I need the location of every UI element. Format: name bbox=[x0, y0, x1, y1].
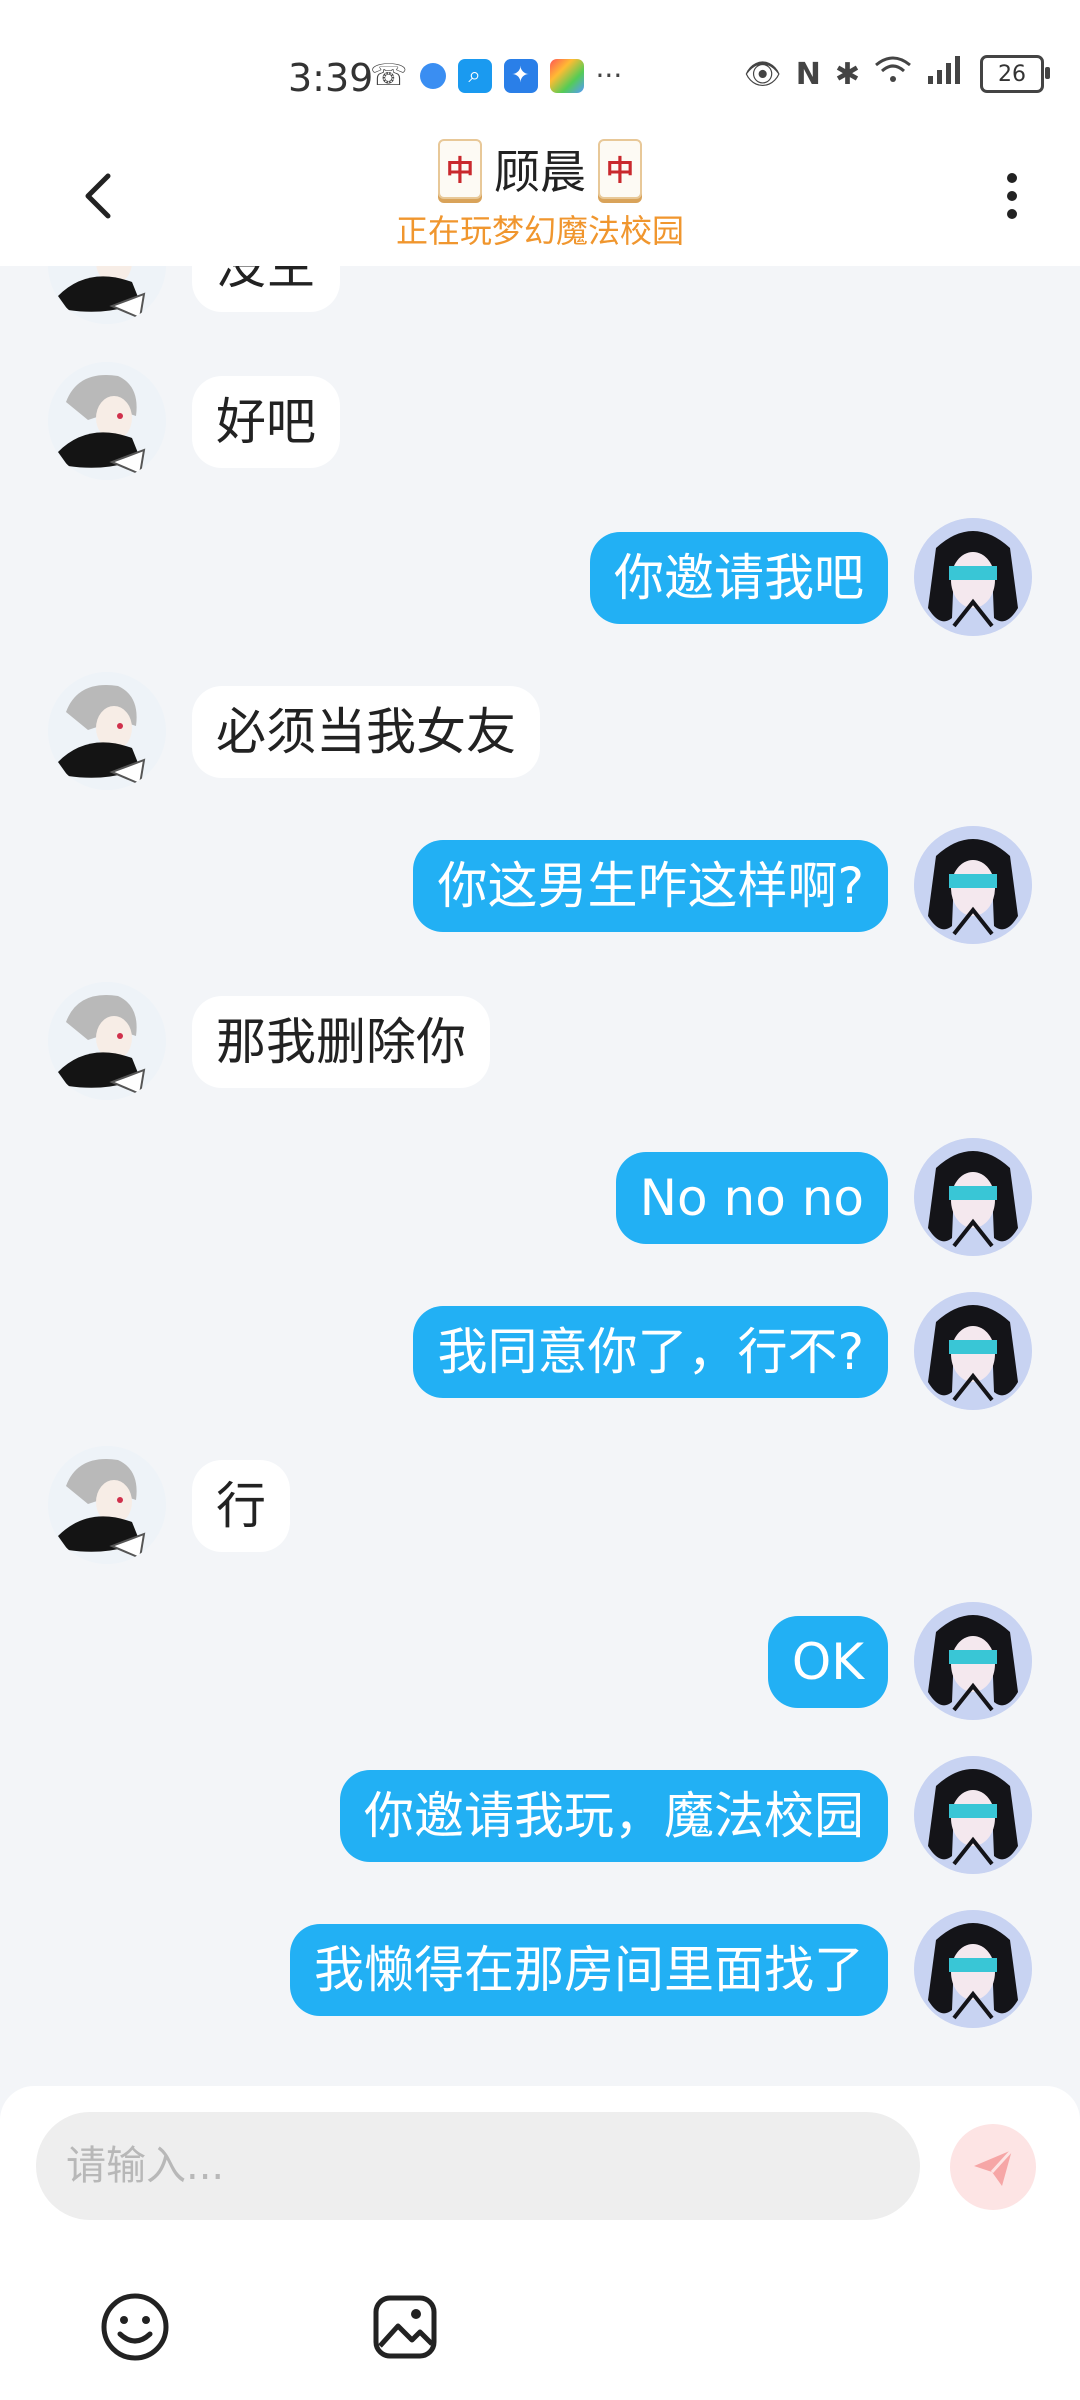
more-notifications-icon: ··· bbox=[595, 59, 623, 92]
message-row: 必须当我女友 bbox=[0, 672, 1080, 792]
my-avatar[interactable] bbox=[914, 518, 1032, 636]
my-avatar[interactable] bbox=[914, 1292, 1032, 1410]
contact-avatar[interactable] bbox=[48, 1446, 166, 1564]
sent-message-bubble[interactable]: 我同意你了，行不? bbox=[413, 1306, 888, 1398]
my-avatar[interactable] bbox=[914, 1602, 1032, 1720]
message-row: No no no bbox=[0, 1138, 1080, 1258]
sent-message-bubble[interactable]: 我懒得在那房间里面找了 bbox=[290, 1924, 888, 2016]
received-message-bubble[interactable]: 行 bbox=[192, 1460, 290, 1552]
my-avatar[interactable] bbox=[914, 1756, 1032, 1874]
message-row: OK bbox=[0, 1602, 1080, 1722]
eye-icon: 👁 bbox=[743, 56, 782, 92]
send-button[interactable] bbox=[950, 2124, 1036, 2210]
message-list[interactable]: 没空好吧你邀请我吧 必须当我女友你这男生咋这样啊? 那我删除你 No no no 我同意… bbox=[0, 266, 1080, 2086]
notification-icons: ☏ ⌕ ✦ ··· bbox=[370, 58, 622, 93]
received-message-bubble[interactable]: 没空 bbox=[192, 266, 340, 312]
header-title-row: 中 顾晨 中 bbox=[0, 136, 1080, 202]
mahjong-tile-icon: 中 bbox=[438, 139, 482, 199]
message-row: 行 bbox=[0, 1446, 1080, 1566]
mahjong-tile-icon: 中 bbox=[598, 139, 642, 199]
message-row: 你邀请我吧 bbox=[0, 518, 1080, 638]
contact-avatar[interactable] bbox=[48, 672, 166, 790]
my-avatar[interactable] bbox=[914, 1138, 1032, 1256]
message-row: 我懒得在那房间里面找了 bbox=[0, 1910, 1080, 2030]
image-button[interactable] bbox=[368, 2290, 442, 2364]
colorful-app-icon bbox=[549, 58, 584, 93]
battery-level: 26 bbox=[998, 61, 1026, 87]
input-bar bbox=[0, 2086, 1080, 2400]
received-message-bubble[interactable]: 好吧 bbox=[192, 376, 340, 468]
sent-message-bubble[interactable]: No no no bbox=[615, 1152, 888, 1244]
sent-message-bubble[interactable]: 你邀请我吧 bbox=[590, 532, 888, 624]
sent-message-bubble[interactable]: 你邀请我玩，魔法校园 bbox=[340, 1770, 888, 1862]
chat-status: 正在玩梦幻魔法校园 bbox=[395, 212, 684, 250]
battery-icon: 26 bbox=[980, 55, 1050, 93]
status-time: 3:39 bbox=[288, 56, 374, 100]
message-row: 你这男生咋这样啊? bbox=[0, 826, 1080, 946]
bulb-app-icon: ✦ bbox=[503, 58, 538, 93]
received-message-bubble[interactable]: 那我删除你 bbox=[192, 996, 490, 1088]
nfc-icon: N bbox=[795, 56, 821, 92]
contact-avatar[interactable] bbox=[48, 266, 166, 324]
message-row: 好吧 bbox=[0, 362, 1080, 482]
contact-avatar[interactable] bbox=[48, 362, 166, 480]
emoji-button[interactable] bbox=[98, 2290, 172, 2364]
missed-call-icon: ☏ bbox=[370, 58, 408, 93]
more-menu-button[interactable] bbox=[992, 166, 1032, 226]
more-vertical-icon bbox=[1007, 173, 1017, 219]
chat-header: 中 顾晨 中 正在玩梦幻魔法校园 bbox=[0, 130, 1080, 266]
my-avatar[interactable] bbox=[914, 826, 1032, 944]
status-right: 👁 N ✱ 26 bbox=[743, 54, 1050, 94]
app-notification-icon bbox=[419, 62, 446, 89]
status-bar: 3:39 ☏ ⌕ ✦ ··· 👁 N ✱ 26 bbox=[0, 0, 1080, 130]
emoji-icon bbox=[101, 2293, 169, 2361]
sent-message-bubble[interactable]: 你这男生咋这样啊? bbox=[413, 840, 888, 932]
message-row: 你邀请我玩，魔法校园 bbox=[0, 1756, 1080, 1876]
message-input[interactable] bbox=[36, 2112, 920, 2220]
received-message-bubble[interactable]: 必须当我女友 bbox=[192, 686, 540, 778]
signal-icon bbox=[926, 54, 966, 94]
sent-message-bubble[interactable]: OK bbox=[767, 1616, 888, 1708]
chat-title: 顾晨 bbox=[494, 145, 586, 199]
bluetooth-icon: ✱ bbox=[834, 56, 860, 92]
contact-avatar[interactable] bbox=[48, 982, 166, 1100]
send-icon bbox=[974, 2148, 1014, 2186]
message-row: 我同意你了，行不? bbox=[0, 1292, 1080, 1412]
search-app-icon: ⌕ bbox=[457, 58, 492, 93]
my-avatar[interactable] bbox=[914, 1910, 1032, 2028]
message-row: 没空 bbox=[0, 266, 1080, 326]
image-icon bbox=[373, 2295, 437, 2359]
wifi-icon bbox=[874, 55, 912, 93]
message-row: 那我删除你 bbox=[0, 982, 1080, 1102]
